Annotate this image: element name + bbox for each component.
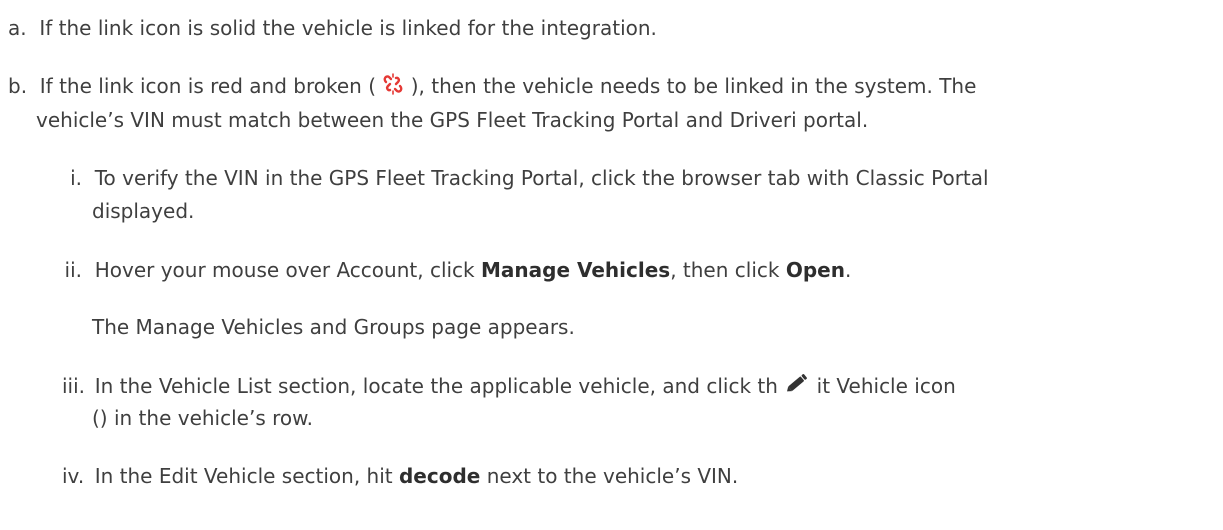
decode-label: decode	[398, 464, 481, 488]
open-label: Open	[785, 258, 845, 282]
list-item-b-line2: vehicle’s VIN must match between the GPS…	[36, 106, 868, 134]
step-text: displayed.	[92, 199, 195, 223]
step-text: next to the vehicle’s VIN.	[480, 464, 739, 488]
step-iv: iv. In the Edit Vehicle section, hit dec…	[62, 462, 738, 490]
step-text-cont: it Vehicle icon	[816, 374, 956, 398]
step-text: Hover your mouse over Account, click	[94, 258, 481, 282]
step-text: .	[844, 258, 852, 282]
broken-link-icon	[382, 73, 404, 102]
step-text: To verify the VIN in the GPS Fleet Track…	[94, 166, 989, 190]
step-marker: ii.	[64, 258, 82, 282]
list-item-text-cont: ), then the vehicle needs to be linked i…	[410, 74, 977, 98]
list-item-text: If the link icon is red and broken (	[39, 74, 376, 98]
list-marker: b.	[8, 74, 28, 98]
pencil-icon	[784, 371, 810, 402]
result-text: The Manage Vehicles and Groups page appe…	[92, 315, 575, 339]
list-item-text: If the link icon is solid the vehicle is…	[39, 16, 657, 40]
step-text: () in the vehicle’s row.	[92, 406, 313, 430]
list-item-b: b. If the link icon is red and broken ( …	[8, 72, 976, 102]
step-iii-line2: () in the vehicle’s row.	[92, 404, 313, 432]
step-ii-result: The Manage Vehicles and Groups page appe…	[92, 313, 575, 341]
step-marker: i.	[70, 166, 82, 190]
step-i-line2: displayed.	[92, 197, 194, 225]
step-marker: iii.	[62, 374, 86, 398]
step-text: , then click	[670, 258, 786, 282]
step-ii: ii. Hover your mouse over Account, click…	[62, 256, 852, 284]
list-marker: a.	[8, 16, 27, 40]
step-text: In the Edit Vehicle section, hit	[94, 464, 399, 488]
manage-vehicles-label: Manage Vehicles	[481, 258, 671, 282]
step-iii: iii. In the Vehicle List section, locate…	[62, 371, 956, 402]
list-item-a: a. If the link icon is solid the vehicle…	[8, 14, 657, 42]
list-item-text: vehicle’s VIN must match between the GPS…	[36, 108, 869, 132]
step-marker: iv.	[62, 464, 85, 488]
step-i: i. To verify the VIN in the GPS Fleet Tr…	[62, 164, 989, 192]
step-text: In the Vehicle List section, locate the …	[94, 374, 778, 398]
